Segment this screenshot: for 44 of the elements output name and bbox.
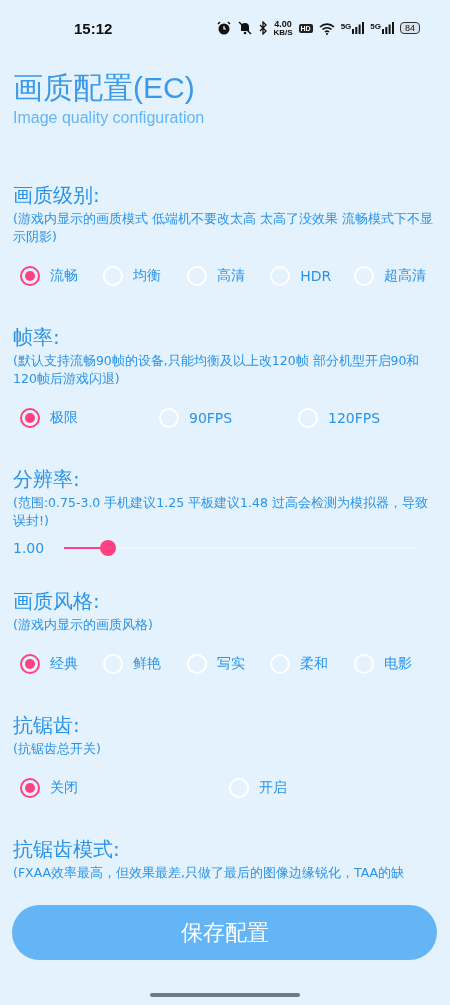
radio-option[interactable]: 经典	[20, 644, 104, 684]
radio-option[interactable]: 90FPS	[159, 398, 298, 438]
radio-option[interactable]: HDR	[270, 256, 354, 296]
radio-option[interactable]: 超高清	[353, 256, 437, 296]
slider-thumb[interactable]	[100, 540, 117, 556]
radio-option[interactable]: 极限	[20, 398, 159, 438]
radio-option[interactable]: 关闭	[20, 768, 229, 808]
network-type: 5G	[340, 22, 352, 31]
section-description: (范围:0.75-3.0 手机建议1.25 平板建议1.48 过高会检测为模拟器，导致误封!)	[13, 494, 429, 530]
section-description: (FXAA效率最高，但效果最差,只做了最后的图像边缘锐化，TAA的缺	[13, 864, 406, 882]
network-type: 5G	[370, 22, 381, 31]
section-heading: 分辨率:	[13, 466, 81, 492]
wifi-icon	[318, 21, 335, 35]
section-description: (默认支持流畅90帧的设备,只能均衡及以上改120帧 部分机型开启90和120帧后游戏闪退)	[13, 352, 421, 388]
section-heading: 画质风格:	[13, 588, 101, 614]
clock: 15:12	[74, 19, 113, 37]
page-subtitle: Image quality configuration	[13, 108, 206, 128]
battery-level: 84	[400, 22, 420, 34]
section-description: (抗锯齿总开关)	[13, 740, 102, 758]
section-description: (游戏内显示的画质风格)	[13, 616, 154, 634]
radio-option[interactable]: 电影	[353, 644, 437, 684]
signal-icon	[382, 22, 394, 34]
section-heading: 抗锯齿模式:	[13, 836, 121, 862]
section-heading: 画质级别:	[13, 182, 101, 208]
signal-icon	[352, 22, 365, 34]
radio-option[interactable]: 高清	[186, 256, 271, 296]
radio-option[interactable]: 柔和	[270, 644, 354, 684]
radio-option[interactable]: 开启	[228, 768, 437, 808]
network-speed: 4.00	[274, 19, 292, 29]
radio-option[interactable]: 流畅	[20, 256, 104, 296]
page-title: 画质配置(EC)	[13, 70, 196, 106]
slider-value: 1.00	[13, 540, 46, 556]
radio-option[interactable]: 写实	[186, 644, 271, 684]
muted-bell-icon	[237, 21, 254, 35]
radio-option[interactable]: 均衡	[103, 256, 187, 296]
radio-option[interactable]: 鲜艳	[103, 644, 187, 684]
save-button[interactable]: 保存配置	[12, 905, 437, 960]
section-description: (游戏内显示的画质模式 低端机不要改太高 太高了没效果 流畅模式下不显示阴影)	[13, 210, 434, 246]
alarm-icon	[217, 21, 232, 35]
radio-option[interactable]: 120FPS	[298, 398, 437, 438]
section-heading: 抗锯齿:	[13, 712, 81, 738]
section-heading: 帧率:	[13, 324, 61, 350]
network-speed-unit: KB/S	[273, 28, 293, 37]
bluetooth-icon	[259, 21, 268, 35]
